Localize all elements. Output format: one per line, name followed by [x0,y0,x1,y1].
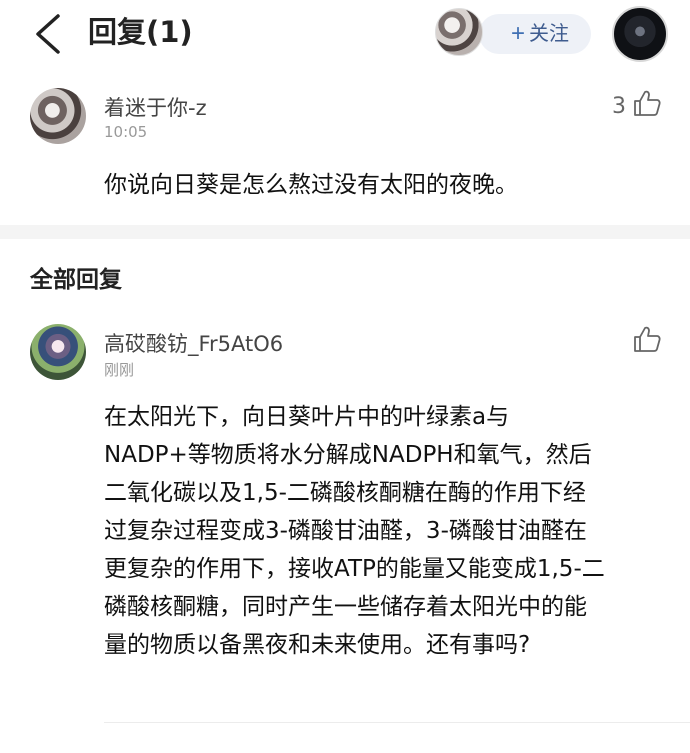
reply-text-line: 量的物质以备黑夜和未来使用。还有事吗? [104,632,531,658]
reply-text: 在太阳光下，向日葵叶片中的叶绿素a与 NADP+等物质将水分解成NADPH和氧气… [104,398,664,664]
author-follow-group: + 关注 [435,8,591,56]
reply-text-line: 过复杂过程变成3-磷酸甘油醛，3-磷酸甘油醛在 [104,518,587,544]
reply-time: 刚刚 [104,361,135,379]
divider [104,722,690,723]
comment-time: 10:05 [104,123,148,141]
reply-text-line: NADP+等物质将水分解成NADPH和氧气，然后 [104,442,592,468]
reply-text-line: 在太阳光下，向日葵叶片中的叶绿素a与 [104,404,510,430]
follow-button[interactable]: + 关注 [479,14,591,54]
avatar[interactable] [30,324,86,380]
follow-label: 关注 [529,23,569,45]
avatar[interactable] [30,88,86,144]
reply-item: 高砹酸钫_Fr5AtO6 刚刚 在太阳光下，向日葵叶片中的叶绿素a与 NADP+… [0,310,690,730]
profile-avatar[interactable] [612,6,668,62]
thumbs-up-icon[interactable] [632,324,662,354]
page-title: 回复(1) [88,15,193,49]
comment-text: 你说向日葵是怎么熬过没有太阳的夜晚。 [104,172,518,198]
thumbs-up-icon[interactable] [632,88,662,118]
reply-text-line: 二氧化碳以及1,5-二磷酸核酮糖在酶的作用下经 [104,480,586,506]
back-arrow-icon[interactable] [30,12,66,56]
plus-icon: + [510,20,525,47]
reply-username[interactable]: 高砹酸钫_Fr5AtO6 [104,328,283,358]
reply-text-line: 磷酸核酮糖，同时产生一些储存着太阳光中的能 [104,594,587,620]
author-avatar[interactable] [435,8,483,56]
all-replies-heading: 全部回复 [30,267,122,293]
section-divider [0,225,690,239]
like-count: 3 [612,94,626,119]
main-comment: 着迷于你-z 10:05 3 你说向日葵是怎么熬过没有太阳的夜晚。 [0,70,690,220]
top-bar: 回复(1) + 关注 [0,0,690,70]
reply-text-line: 更复杂的作用下，接收ATP的能量又能变成1,5-二 [104,556,605,582]
comment-username[interactable]: 着迷于你-z [104,92,207,122]
